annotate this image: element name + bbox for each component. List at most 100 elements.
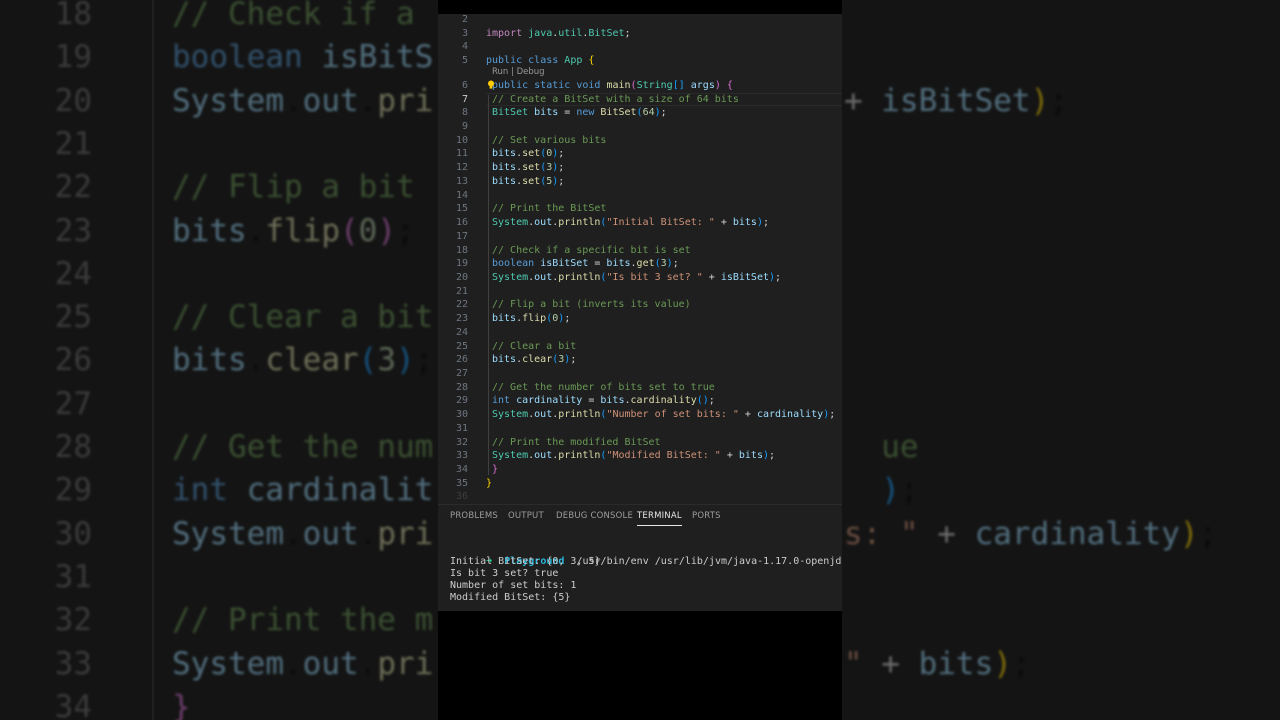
terminal-command-line: ➜ Playground /usr/bin/env /usr/lib/jvm/j…: [450, 544, 842, 567]
code-line[interactable]: 6 public static void main(String[] args) …: [438, 79, 842, 93]
code-text: // Clear a bit: [492, 340, 577, 352]
line-number: 30: [455, 409, 468, 421]
code-line[interactable]: 24: [438, 326, 842, 340]
code-line[interactable]: 8 BitSet bits = new BitSet(64);: [438, 106, 842, 120]
code-line[interactable]: 13 bits.set(5);: [438, 175, 842, 189]
code-line[interactable]: 36: [438, 490, 842, 504]
code-line[interactable]: 25 // Clear a bit: [438, 340, 842, 354]
code-line[interactable]: 9: [438, 120, 842, 134]
code-line[interactable]: 3 import java.util.BitSet;: [438, 27, 842, 41]
background-line-number: 22: [54, 169, 92, 206]
codelens-separator: |: [508, 67, 517, 77]
code-line[interactable]: 10 // Set various bits: [438, 134, 842, 148]
line-number: 21: [455, 285, 468, 297]
code-line[interactable]: 32 // Print the modified BitSet: [438, 436, 842, 450]
background-line-number: 31: [54, 558, 92, 595]
run-codelens-link[interactable]: Run: [492, 67, 508, 77]
code-line[interactable]: 16 System.out.println("Initial BitSet: " …: [438, 216, 842, 230]
tab-debug-console[interactable]: DEBUG CONSOLE: [556, 511, 633, 521]
line-number: 2: [461, 14, 468, 25]
code-line[interactable]: 18 // Check if a specific bit is set: [438, 244, 842, 258]
background-line-number: 18: [54, 0, 92, 32]
code-line[interactable]: 7 // Create a BitSet with a size of 64 bi…: [438, 92, 842, 107]
background-line-number: 25: [54, 299, 92, 336]
line-number: 20: [455, 271, 468, 283]
code-line[interactable]: 33 System.out.println("Modified BitSet: "…: [438, 449, 842, 463]
code-line[interactable]: 19 boolean isBitSet = bits.get(3);: [438, 257, 842, 271]
line-number: 35: [455, 477, 468, 489]
code-line[interactable]: 20 System.out.println("Is bit 3 set? " + …: [438, 271, 842, 285]
background-line-number: 30: [54, 515, 92, 552]
code-line[interactable]: 28 // Get the number of bits set to true: [438, 381, 842, 395]
line-number: 3: [461, 27, 468, 39]
line-number: 12: [455, 162, 468, 174]
line-number: 27: [455, 368, 468, 379]
line-number: 18: [455, 244, 468, 256]
lightbulb-icon[interactable]: [487, 80, 495, 90]
line-number: 17: [455, 230, 468, 242]
line-number: 11: [455, 148, 468, 160]
background-line-number: 33: [54, 645, 92, 682]
code-line[interactable]: 29 int cardinality = bits.cardinality();: [438, 394, 842, 408]
code-line[interactable]: 27: [438, 367, 842, 381]
code-text: boolean isBitSet = bits.get(3);: [492, 258, 679, 270]
tab-output[interactable]: OUTPUT: [508, 511, 544, 521]
code-text: // Get the number of bits set to true: [492, 381, 715, 393]
code-text: public class App {: [486, 55, 595, 67]
code-text: // Create a BitSet with a size of 64 bit…: [492, 93, 739, 105]
code-line[interactable]: 14: [438, 189, 842, 203]
code-text: System.out.println("Is bit 3 set? " + is…: [492, 271, 782, 283]
background-line-number: 27: [54, 385, 92, 422]
line-number: 15: [455, 203, 468, 215]
code-line[interactable]: 34}: [438, 463, 842, 477]
code-text: bits.set(5);: [492, 175, 565, 187]
terminal-panel[interactable]: ➜ Playground /usr/bin/env /usr/lib/jvm/j…: [438, 528, 842, 611]
tab-terminal[interactable]: TERMINAL: [637, 511, 682, 526]
code-line[interactable]: 21: [438, 285, 842, 299]
tab-problems[interactable]: PROBLEMS: [450, 511, 498, 521]
code-text: // Set various bits: [492, 134, 607, 146]
code-line[interactable]: 11 bits.set(0);: [438, 147, 842, 161]
line-number: 23: [455, 313, 468, 325]
code-line[interactable]: 22 // Flip a bit (inverts its value): [438, 298, 842, 312]
code-line[interactable]: 30 System.out.println("Number of set bits…: [438, 408, 842, 422]
background-line-number: 32: [54, 602, 92, 639]
code-line[interactable]: 26 bits.clear(3);: [438, 353, 842, 367]
code-line[interactable]: 17: [438, 230, 842, 244]
code-text: bits.set(3);: [492, 162, 565, 174]
code-line[interactable]: 5 public class App {: [438, 54, 842, 68]
tab-ports[interactable]: PORTS: [692, 511, 721, 521]
background-line-number: 26: [54, 342, 92, 379]
code-text: System.out.println("Number of set bits: …: [492, 409, 836, 421]
background-code-text: boolean isBitS: [172, 39, 434, 76]
terminal-command: /usr/bin/env /usr/lib/jvm/java-1.17.0-op…: [576, 555, 842, 567]
code-text: int cardinality = bits.cardinality();: [492, 395, 715, 407]
code-line[interactable]: 31: [438, 422, 842, 436]
code-line[interactable]: 4: [438, 40, 842, 54]
code-editor[interactable]: 2 3 import java.util.BitSet; 4 5 public class…: [438, 14, 842, 504]
code-line[interactable]: 15 // Print the BitSet: [438, 202, 842, 216]
line-number: 24: [455, 326, 468, 338]
code-line[interactable]: 2: [438, 14, 842, 27]
code-text: bits.clear(3);: [492, 354, 577, 366]
background-code-text: }: [172, 688, 191, 720]
code-line[interactable]: 35}: [438, 477, 842, 491]
panel-tab-bar: PROBLEMS OUTPUT DEBUG CONSOLE TERMINAL PORTS: [438, 504, 842, 529]
background-line-number: 34: [54, 688, 92, 720]
line-number: 7: [461, 93, 468, 105]
code-line[interactable]: 23 bits.flip(0);: [438, 312, 842, 326]
code-text: // Print the BitSet: [492, 203, 607, 215]
line-number: 13: [455, 175, 468, 187]
line-number: 6: [461, 79, 468, 91]
line-number: 16: [455, 217, 468, 229]
code-text: BitSet bits = new BitSet(64);: [492, 107, 667, 119]
code-line[interactable]: 12 bits.set(3);: [438, 161, 842, 175]
background-line-number: 24: [54, 255, 92, 292]
background-line-number: 23: [54, 212, 92, 249]
code-text: }: [486, 477, 493, 489]
background-code-text: // Flip a bit: [172, 169, 415, 206]
line-number: 19: [455, 258, 468, 270]
line-number: 9: [461, 121, 468, 133]
code-text: bits.set(0);: [492, 148, 565, 160]
debug-codelens-link[interactable]: Debug: [517, 67, 545, 77]
